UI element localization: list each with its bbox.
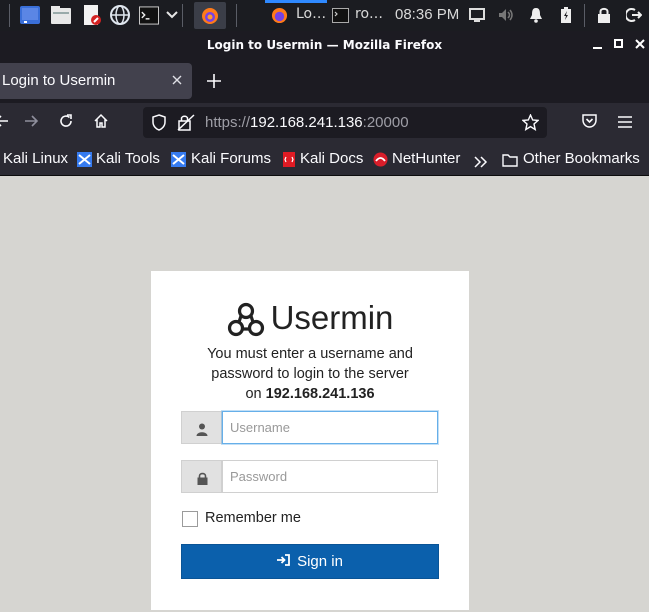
- firefox-icon: [269, 5, 289, 25]
- username-group: [181, 411, 438, 444]
- battery-charging-icon[interactable]: [556, 5, 576, 25]
- url-port: :20000: [362, 114, 409, 131]
- notifications-bell-icon[interactable]: [526, 5, 546, 25]
- display-icon[interactable]: [467, 5, 487, 25]
- hamburger-menu-icon[interactable]: [615, 113, 635, 133]
- username-addon: [181, 411, 222, 444]
- app-menu-icon[interactable]: [20, 5, 40, 25]
- new-tab-button[interactable]: [203, 70, 225, 92]
- bookmark-nethunter[interactable]: NetHunter: [392, 150, 460, 167]
- terminal-icon[interactable]: [139, 5, 159, 25]
- web-browser-icon[interactable]: [110, 5, 130, 25]
- taskbar-separator: [9, 4, 10, 27]
- sign-in-label: Sign in: [297, 553, 343, 570]
- home-button[interactable]: [91, 113, 111, 133]
- volume-muted-icon[interactable]: [496, 5, 516, 25]
- tab-login-to-usermin[interactable]: Login to Usermin: [0, 63, 192, 99]
- task-label-terminal[interactable]: ro…: [355, 6, 383, 22]
- username-input[interactable]: [222, 411, 438, 444]
- nethunter-icon: [373, 152, 388, 167]
- clock[interactable]: 08:36 PM: [395, 6, 459, 23]
- bookmark-kali-tools[interactable]: Kali Tools: [96, 150, 160, 167]
- password-group: [181, 460, 438, 493]
- message-line-3: on 192.168.241.136: [151, 384, 469, 404]
- url-host: 192.168.241.136: [250, 114, 363, 131]
- bookmark-kali-linux[interactable]: Kali Linux: [3, 150, 68, 167]
- url-bar[interactable]: https://192.168.241.136:20000: [143, 107, 547, 138]
- sign-in-button[interactable]: Sign in: [181, 544, 439, 579]
- other-bookmarks[interactable]: Other Bookmarks: [523, 150, 640, 167]
- bookmarks-toolbar: Kali Linux Kali Tools Kali Forums Kali D…: [0, 143, 649, 176]
- pocket-icon[interactable]: [579, 113, 599, 133]
- kali-forums-icon: [171, 152, 186, 167]
- sign-in-icon: [277, 553, 290, 570]
- bookmark-kali-forums[interactable]: Kali Forums: [191, 150, 271, 167]
- reload-button[interactable]: [56, 113, 76, 133]
- close-window-button[interactable]: [633, 37, 647, 51]
- message-line-1: You must enter a username and: [207, 346, 413, 362]
- tracking-protection-shield-icon[interactable]: [151, 114, 167, 135]
- bookmark-kali-docs[interactable]: Kali Docs: [300, 150, 363, 167]
- kali-docs-icon: [283, 152, 297, 167]
- url-scheme: https://: [205, 114, 251, 131]
- tab-label: Login to Usermin: [2, 72, 116, 89]
- overflow-chevron-icon[interactable]: [474, 153, 488, 168]
- kali-tools-icon: [77, 152, 92, 167]
- message-line-2: password to login to the server: [211, 366, 409, 382]
- insecure-lock-icon[interactable]: [177, 114, 195, 135]
- taskbar-separator: [236, 4, 237, 27]
- login-card: Usermin You must enter a username and pa…: [151, 271, 469, 610]
- navigation-toolbar: https://192.168.241.136:20000: [0, 103, 649, 143]
- back-button[interactable]: [0, 113, 12, 133]
- lock-icon: [197, 470, 208, 489]
- server-address: 192.168.241.136: [265, 386, 375, 402]
- text-editor-icon[interactable]: [82, 5, 102, 25]
- terminal-icon: [330, 5, 350, 25]
- remember-me-label[interactable]: Remember me: [205, 510, 301, 526]
- lock-screen-icon[interactable]: [594, 5, 614, 25]
- user-icon: [196, 421, 208, 440]
- taskbar-separator: [584, 4, 585, 27]
- usermin-logo-icon: [227, 302, 265, 342]
- tab-strip: Login to Usermin: [0, 59, 649, 103]
- active-task-indicator: [265, 0, 327, 3]
- minimize-button[interactable]: [591, 37, 605, 51]
- message-prefix: on: [245, 386, 262, 402]
- close-tab-icon[interactable]: [172, 71, 182, 89]
- task-label-firefox[interactable]: Lo…: [296, 6, 326, 22]
- brand-name: Usermin: [270, 299, 394, 336]
- brand-header: Usermin: [151, 299, 469, 345]
- firefox-launcher-icon[interactable]: [194, 2, 226, 29]
- password-input[interactable]: [222, 460, 438, 493]
- system-taskbar: Lo… ro… 08:36 PM: [0, 0, 649, 31]
- taskbar-separator: [182, 4, 183, 27]
- folder-icon: [502, 152, 518, 167]
- maximize-button[interactable]: [612, 37, 626, 51]
- logout-icon[interactable]: [624, 5, 644, 25]
- login-message: You must enter a username and password t…: [151, 344, 469, 404]
- url-text: https://192.168.241.136:20000: [205, 114, 409, 131]
- forward-button[interactable]: [21, 113, 41, 133]
- password-addon: [181, 460, 222, 493]
- window-titlebar: Login to Usermin — Mozilla Firefox: [0, 31, 649, 59]
- remember-me-checkbox[interactable]: [182, 511, 198, 527]
- bookmark-star-icon[interactable]: [521, 113, 540, 135]
- chevron-down-icon[interactable]: [162, 5, 182, 25]
- window-title: Login to Usermin — Mozilla Firefox: [206, 38, 443, 52]
- file-manager-icon[interactable]: [51, 5, 71, 25]
